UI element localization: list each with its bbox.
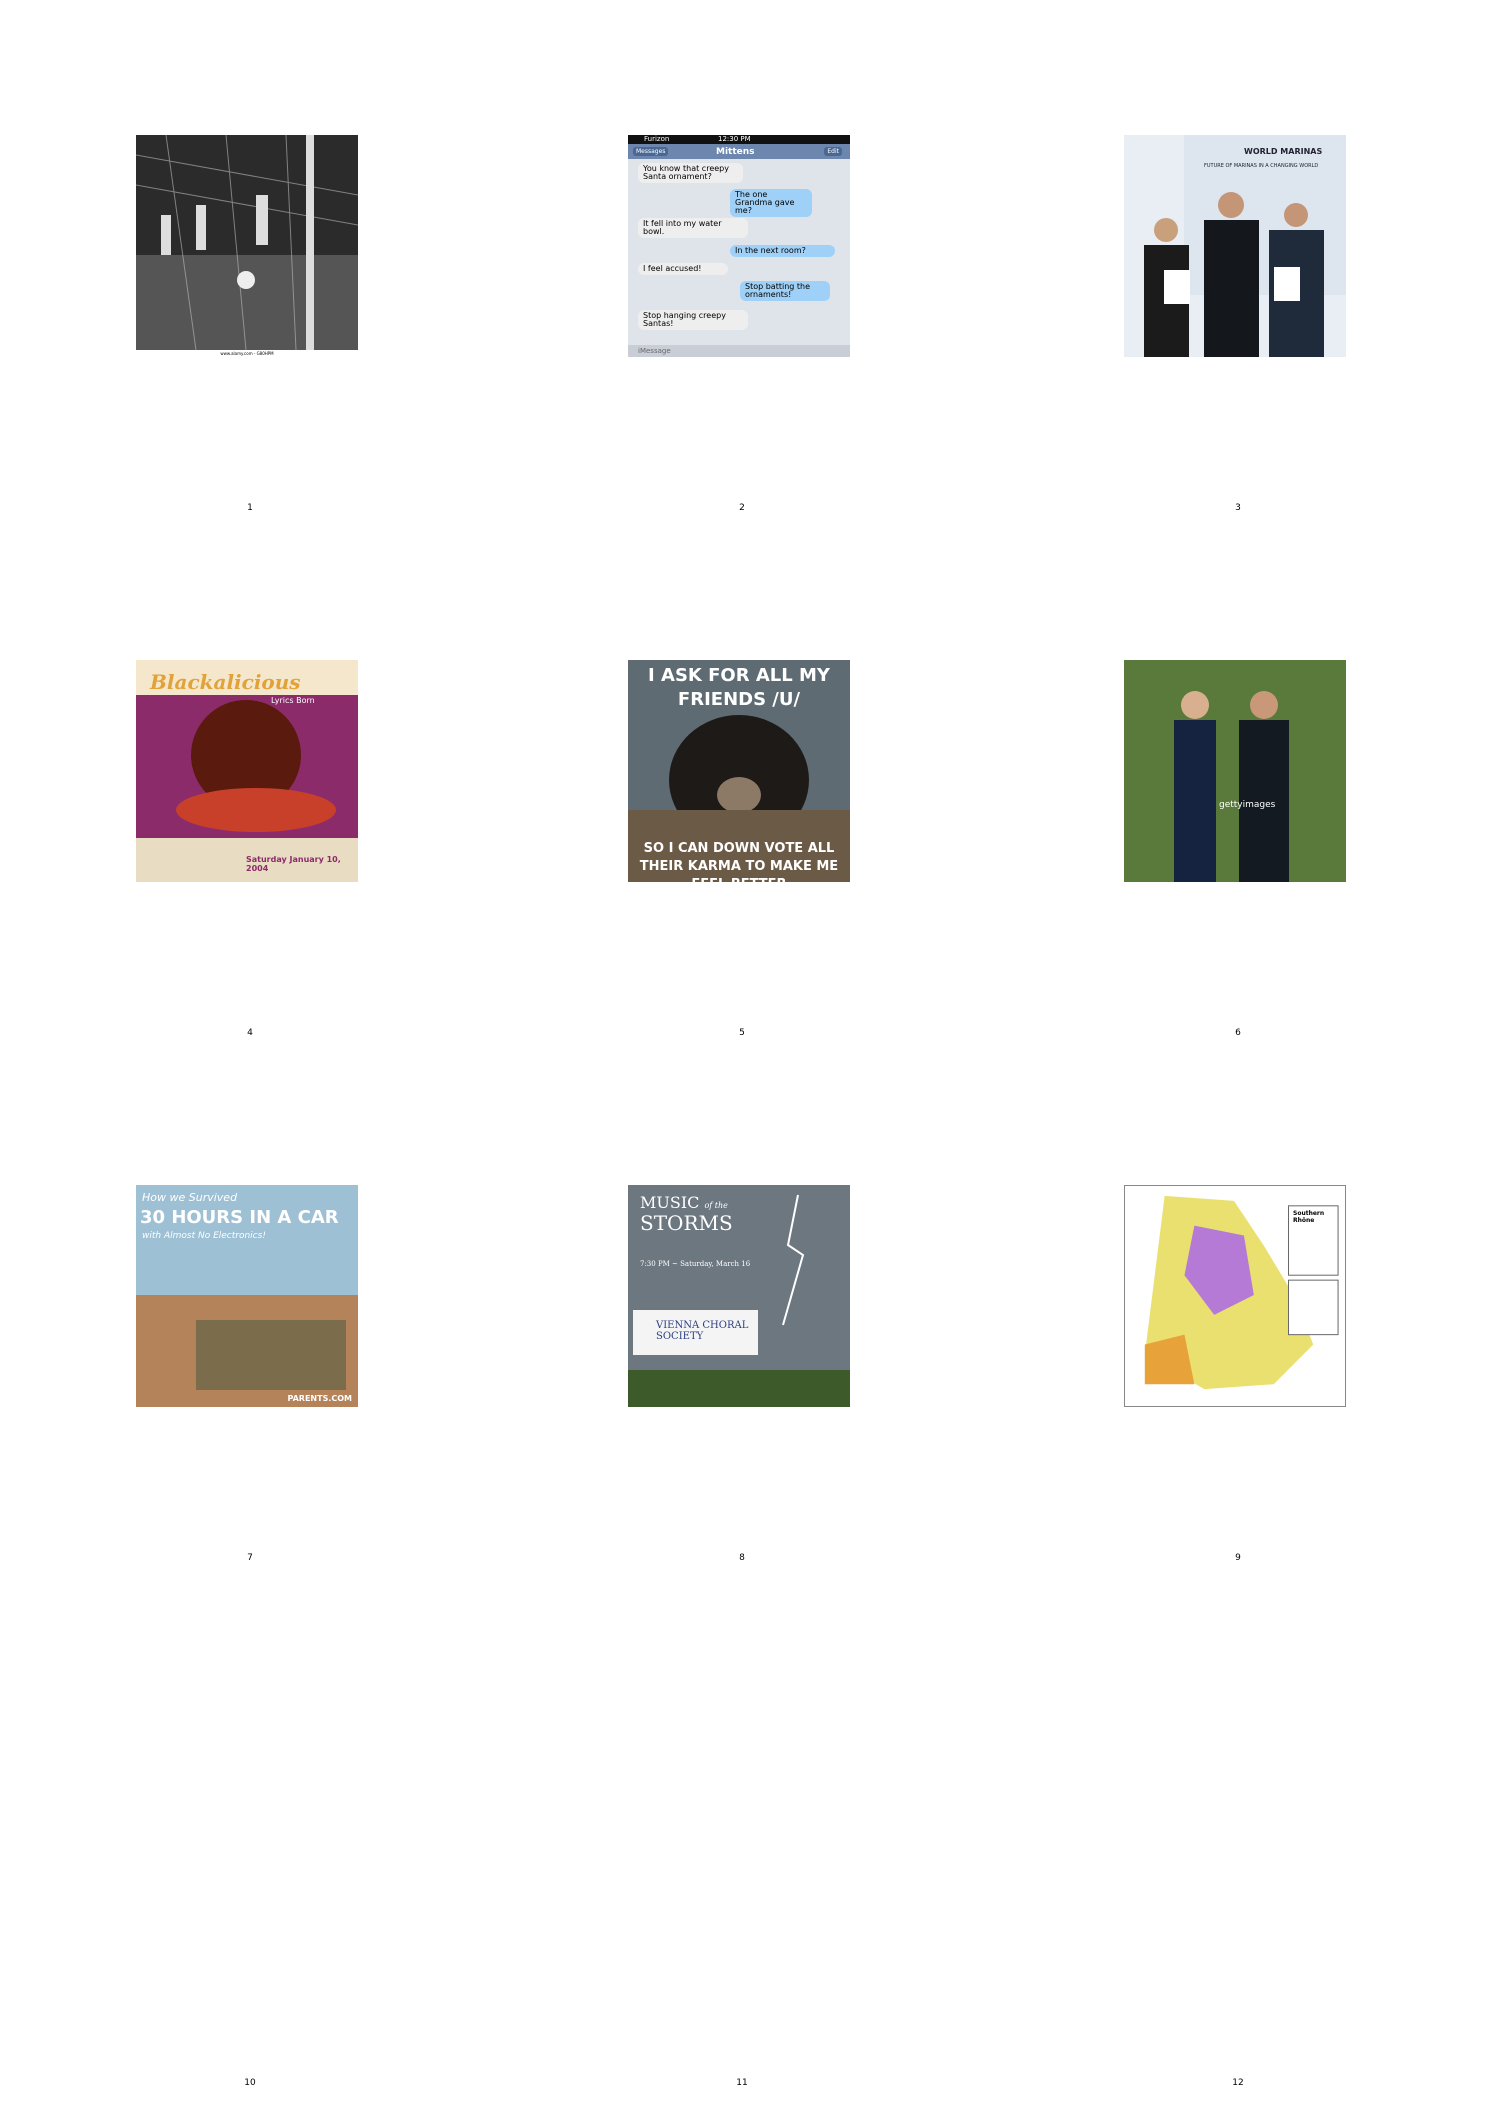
poster-title-1: MUSIC of the: [640, 1193, 728, 1212]
cell-number: 10: [244, 2078, 256, 2088]
placeholder-panel: [1124, 1710, 1346, 1932]
message-input: iMessage: [628, 345, 850, 357]
cell-number: 6: [1235, 1028, 1241, 1038]
cover-line-2: 30 HOURS IN A CAR: [140, 1207, 339, 1228]
message-bubble: I feel accused!: [638, 263, 728, 275]
meme-image: I ASK FOR ALL MY FRIENDS /U/ SO I CAN DO…: [628, 660, 850, 882]
cell-number: 3: [1235, 503, 1241, 513]
meme-bottom-text: SO I CAN DOWN VOTE ALL THEIR KARMA TO MA…: [639, 841, 839, 882]
edit-button: Edit: [824, 147, 842, 156]
cell-number: 11: [736, 2078, 748, 2088]
choral-poster: MUSIC of the STORMS 7:30 PM ~ Saturday, …: [628, 1185, 850, 1407]
photo-caption: www.alamy.com - G80HPM: [136, 350, 358, 357]
poster-time: 7:30 PM ~ Saturday, March 16: [640, 1260, 751, 1268]
title-music: MUSIC: [640, 1193, 700, 1212]
wine-region-map: Southern Rhône: [1124, 1185, 1346, 1407]
cell-number: 12: [1232, 2078, 1244, 2088]
map-title: Southern Rhône: [1293, 1210, 1325, 1224]
cell-number: 9: [1235, 1553, 1241, 1563]
award-photo: WORLD MARINAS FUTURE OF MARINAS IN A CHA…: [1124, 135, 1346, 357]
road-trip-image: How we Survived 30 HOURS IN A CAR with A…: [136, 1185, 358, 1407]
cover-site: PARENTS.COM: [287, 1394, 352, 1403]
cell-number: 7: [247, 1553, 253, 1563]
title-of: of the: [704, 1201, 728, 1210]
cell-number: 4: [247, 1028, 253, 1038]
poster-title-2: STORMS: [640, 1211, 733, 1235]
meme-top-text: I ASK FOR ALL MY FRIENDS /U/: [648, 665, 830, 710]
org-name: VIENNA CHORAL SOCIETY: [656, 1320, 749, 1342]
placeholder-panel: [628, 1710, 850, 1932]
cell-number: 1: [247, 503, 253, 513]
poster-date: Saturday January 10, 2004: [246, 855, 341, 873]
message-bubble: In the next room?: [730, 245, 835, 257]
message-bubble: Stop hanging creepy Santas!: [638, 310, 748, 330]
red-carpet-photo: gettyimages: [1124, 660, 1346, 882]
cell-number: 2: [739, 503, 745, 513]
getty-watermark: gettyimages: [1219, 800, 1276, 810]
poster-subtitle: Lyrics Born: [271, 696, 315, 705]
contact-name: Mittens: [716, 147, 755, 157]
text-message-screenshot: Furizon 12:30 PM Messages Mittens Edit Y…: [628, 135, 850, 357]
message-bubble: It fell into my water bowl.: [638, 218, 748, 238]
poster-title: Blackalicious: [150, 670, 301, 694]
placeholder-panel: [136, 1710, 358, 1932]
message-bubble: The one Grandma gave me?: [730, 189, 812, 217]
clock-label: 12:30 PM: [718, 135, 751, 143]
cell-number: 5: [739, 1028, 745, 1038]
message-bubble: Stop batting the ornaments!: [740, 281, 830, 301]
back-button: Messages: [633, 147, 669, 156]
cell-number: 8: [739, 1553, 745, 1563]
soccer-photo: www.alamy.com - G80HPM: [136, 135, 358, 357]
message-bubble: You know that creepy Santa ornament?: [638, 163, 743, 183]
cover-line-3: with Almost No Electronics!: [142, 1231, 266, 1241]
carrier-label: Furizon: [644, 135, 670, 143]
cover-line-1: How we Survived: [142, 1191, 238, 1204]
concert-poster: Blackalicious Lyrics Born Saturday Janua…: [136, 660, 358, 882]
